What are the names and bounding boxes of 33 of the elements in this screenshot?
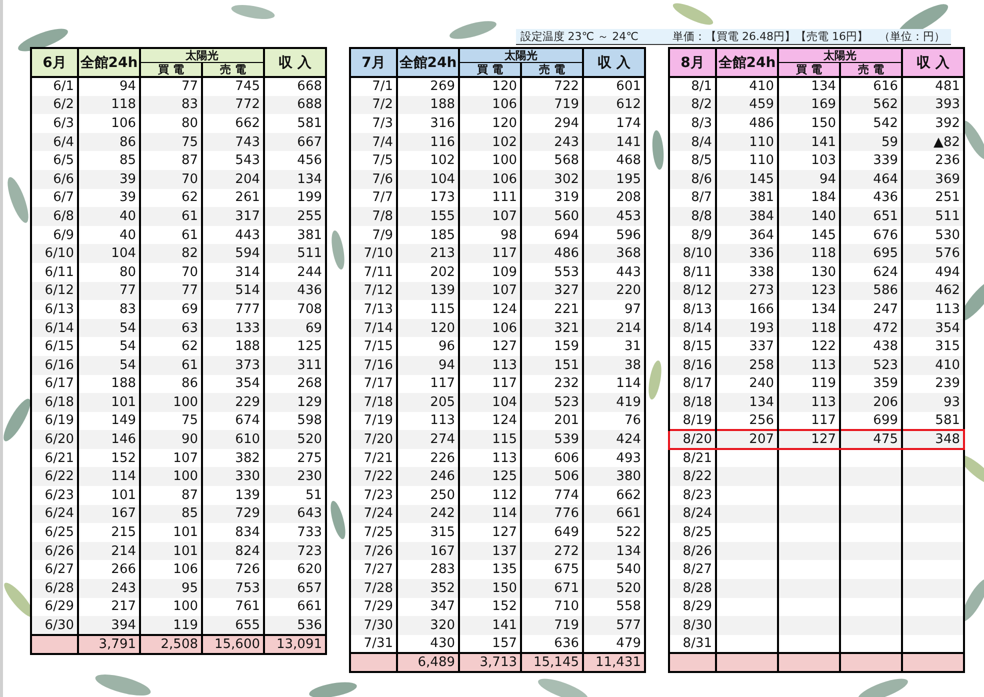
total-cell: 3,713 (459, 653, 521, 672)
column-header: 全館24h (397, 48, 459, 77)
column-header: 収 入 (583, 48, 645, 77)
total-cell: 13,091 (264, 634, 326, 654)
table-cell: 348 (902, 430, 964, 449)
total-cell: 6,489 (397, 653, 459, 672)
column-header: 収 入 (902, 48, 964, 77)
total-cell: 2,508 (140, 634, 202, 654)
column-header: 全館24h (716, 48, 778, 77)
column-header: 買 電 (140, 62, 202, 77)
total-cell: 15,600 (202, 634, 264, 654)
month-header: 7月 (350, 48, 397, 77)
column-header: 収 入 (264, 48, 326, 77)
table-cell: 207 (716, 430, 778, 449)
table-cell: 475 (840, 430, 902, 449)
price-note: 単価：【買電 26.48円】【売電 16円】 （単位：円） (672, 29, 945, 44)
column-group-header: 太陽光 (140, 48, 264, 62)
total-cell: 11,431 (583, 653, 645, 672)
total-cell: 15,145 (521, 653, 583, 672)
month-header: 6月 (31, 48, 78, 77)
column-header: 売 電 (521, 62, 583, 77)
date-cell: 8/20 (669, 430, 716, 449)
column-group-header: 太陽光 (778, 48, 902, 62)
total-cell: 3,791 (78, 634, 140, 654)
month-header: 8月 (669, 48, 716, 77)
column-header: 買 電 (459, 62, 521, 77)
column-header: 全館24h (78, 48, 140, 77)
column-header: 売 電 (840, 62, 902, 77)
column-header: 買 電 (778, 62, 840, 77)
table-cell: 127 (778, 430, 840, 449)
column-group-header: 太陽光 (459, 48, 583, 62)
temperature-note: 設定温度 23℃ ～ 24℃ (520, 29, 639, 44)
column-header: 売 電 (202, 62, 264, 77)
